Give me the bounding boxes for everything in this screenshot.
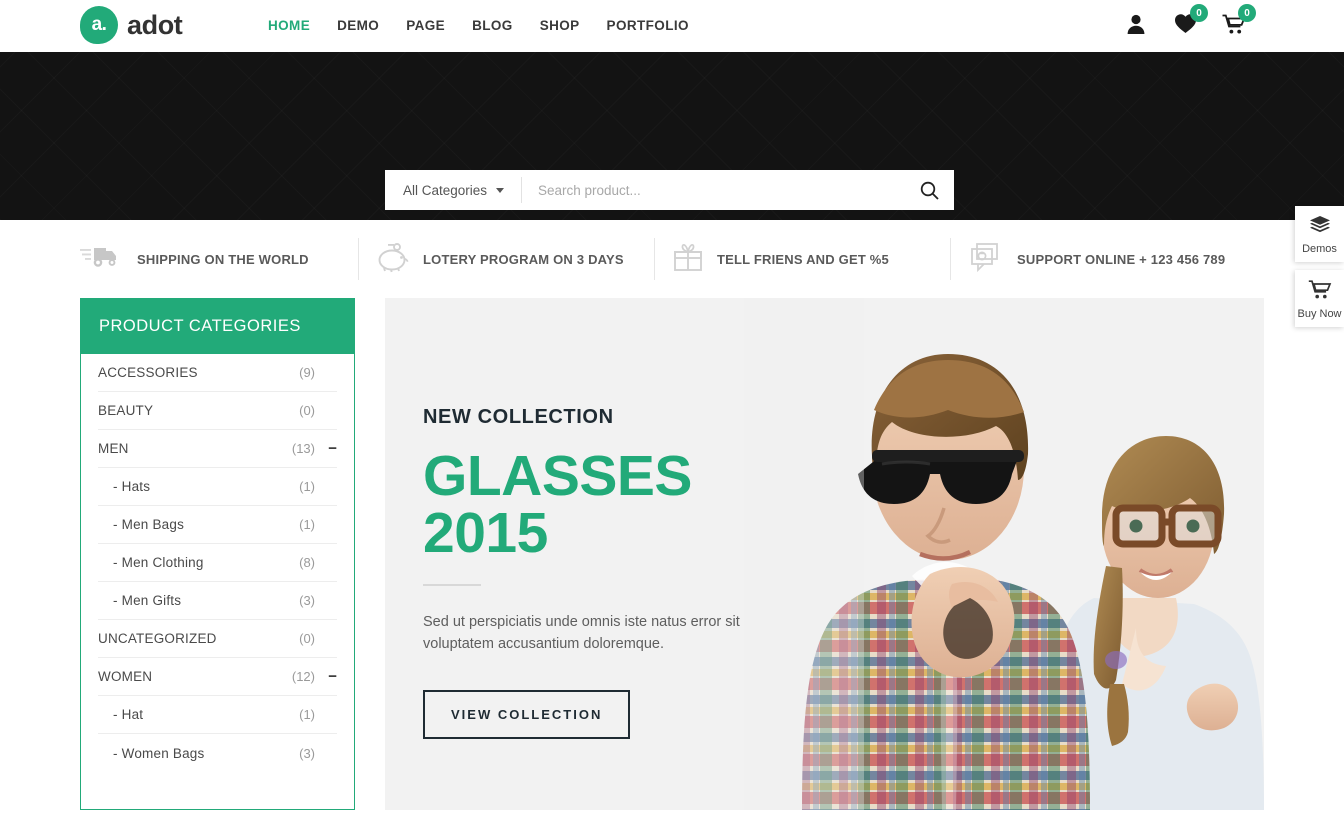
- support-chat-icon: [968, 241, 1004, 278]
- search-icon: [920, 181, 939, 200]
- category-label: ACCESSORIES: [98, 365, 198, 380]
- cart-count-badge: 0: [1238, 4, 1256, 22]
- cart-icon[interactable]: 0: [1222, 4, 1256, 37]
- demos-tab-label: Demos: [1302, 243, 1337, 255]
- category-label: BEAUTY: [98, 403, 154, 418]
- feature-support: SUPPORT ONLINE + 123 456 789: [950, 236, 1264, 282]
- category-count: (13): [291, 441, 315, 456]
- wishlist-icon[interactable]: 0: [1174, 4, 1208, 37]
- category-item-hats[interactable]: - Hats (1): [98, 468, 337, 506]
- site-header: a. adot HOME DEMO PAGE BLOG SHOP PORTFOL…: [0, 0, 1344, 52]
- category-count: (1): [299, 707, 315, 722]
- feature-lottery: LOTERY PROGRAM ON 3 DAYS: [358, 236, 672, 282]
- category-collapse-toggle[interactable]: −: [315, 669, 337, 684]
- category-count: (8): [299, 555, 315, 570]
- nav-item-demo[interactable]: DEMO: [337, 18, 379, 33]
- category-label: - Men Gifts: [113, 593, 182, 608]
- main-nav: HOME DEMO PAGE BLOG SHOP PORTFOLIO: [268, 18, 689, 33]
- logo-text: adot: [127, 9, 183, 40]
- category-count: (0): [299, 631, 315, 646]
- feature-label: TELL FRIENS AND GET %5: [717, 251, 889, 267]
- category-item-men-bags[interactable]: - Men Bags (1): [98, 506, 337, 544]
- category-label: - Hats: [113, 479, 151, 494]
- view-collection-button[interactable]: VIEW COLLECTION: [423, 689, 631, 739]
- buy-now-tab[interactable]: Buy Now: [1295, 270, 1344, 327]
- category-count: (9): [299, 365, 315, 380]
- category-item-beauty[interactable]: BEAUTY (0): [98, 392, 337, 430]
- category-label: - Women Bags: [113, 745, 205, 761]
- feature-shipping: SHIPPING ON THE WORLD: [80, 236, 376, 282]
- nav-item-portfolio[interactable]: PORTFOLIO: [607, 18, 689, 33]
- nav-item-home[interactable]: HOME: [268, 18, 310, 33]
- hero-description: Sed ut perspiciatis unde omnis iste natu…: [423, 614, 740, 653]
- hero-text-block: NEW COLLECTION GLASSES 2015 Sed ut persp…: [423, 406, 783, 739]
- category-collapse-toggle[interactable]: −: [315, 441, 337, 456]
- category-label: UNCATEGORIZED: [98, 631, 217, 646]
- search-button[interactable]: [904, 170, 954, 210]
- category-list: ACCESSORIES (9) BEAUTY (0) MEN (13) − - …: [81, 354, 354, 772]
- category-label: - Hat: [113, 707, 144, 722]
- category-count: (0): [299, 403, 315, 418]
- nav-item-page[interactable]: PAGE: [406, 18, 445, 33]
- feature-label: SHIPPING ON THE WORLD: [137, 251, 309, 267]
- sidebar-title: PRODUCT CATEGORIES: [81, 298, 354, 354]
- category-item-women-bags[interactable]: - Women Bags (3): [98, 734, 337, 772]
- truck-icon: [80, 242, 124, 277]
- hero-divider: [423, 584, 481, 586]
- cart-icon: [1308, 280, 1331, 299]
- layers-icon: [1309, 216, 1330, 233]
- category-item-hat[interactable]: - Hat (1): [98, 696, 337, 734]
- category-item-uncategorized[interactable]: UNCATEGORIZED (0): [98, 620, 337, 658]
- category-count: (1): [299, 479, 315, 494]
- category-label: MEN: [98, 441, 129, 456]
- category-item-men[interactable]: MEN (13) −: [98, 430, 337, 468]
- category-select[interactable]: All Categories: [385, 170, 521, 210]
- hero-title: GLASSES 2015: [423, 444, 692, 565]
- hero-photo: [744, 298, 1264, 810]
- category-count: (1): [299, 517, 315, 532]
- account-icon[interactable]: [1126, 13, 1148, 37]
- category-item-men-clothing[interactable]: - Men Clothing (8): [98, 544, 337, 582]
- category-count: (12): [291, 669, 315, 684]
- chevron-down-icon: [496, 187, 505, 193]
- demos-tab[interactable]: Demos: [1295, 206, 1344, 262]
- category-label: - Men Clothing: [113, 555, 204, 570]
- piggy-bank-icon: [376, 241, 410, 278]
- gift-icon: [672, 241, 704, 278]
- category-item-women[interactable]: WOMEN (12) −: [98, 658, 337, 696]
- category-label: WOMEN: [98, 669, 153, 684]
- feature-referral: TELL FRIENS AND GET %5: [654, 236, 968, 282]
- hero-kicker: NEW COLLECTION: [423, 406, 614, 428]
- floating-side-tabs: Demos Buy Now: [1295, 206, 1344, 335]
- feature-bar: SHIPPING ON THE WORLD LOTERY PROGRAM ON …: [0, 220, 1344, 298]
- category-item-men-gifts[interactable]: - Men Gifts (3): [98, 582, 337, 620]
- nav-item-blog[interactable]: BLOG: [472, 18, 513, 33]
- buy-now-tab-label: Buy Now: [1297, 308, 1342, 320]
- nav-item-shop[interactable]: SHOP: [540, 18, 580, 33]
- feature-label: LOTERY PROGRAM ON 3 DAYS: [423, 251, 624, 267]
- wishlist-count-badge: 0: [1190, 4, 1208, 22]
- category-label: - Men Bags: [113, 517, 185, 532]
- category-count: (3): [299, 745, 315, 761]
- hero-slider: NEW COLLECTION GLASSES 2015 Sed ut persp…: [385, 298, 1264, 810]
- search-input[interactable]: [522, 170, 904, 210]
- product-categories-sidebar: PRODUCT CATEGORIES ACCESSORIES (9) BEAUT…: [80, 298, 355, 810]
- search-banner: All Categories: [0, 52, 1344, 220]
- category-select-label: All Categories: [403, 182, 488, 198]
- category-item-accessories[interactable]: ACCESSORIES (9): [98, 354, 337, 392]
- category-count: (3): [299, 593, 315, 608]
- feature-label: SUPPORT ONLINE + 123 456 789: [1017, 251, 1226, 267]
- logo-mark-icon: a.: [80, 6, 118, 44]
- header-icon-group: 0 0: [1126, 4, 1256, 37]
- main-content: PRODUCT CATEGORIES ACCESSORIES (9) BEAUT…: [0, 298, 1344, 810]
- logo[interactable]: a. adot: [80, 6, 183, 44]
- search-bar: All Categories: [385, 170, 954, 210]
